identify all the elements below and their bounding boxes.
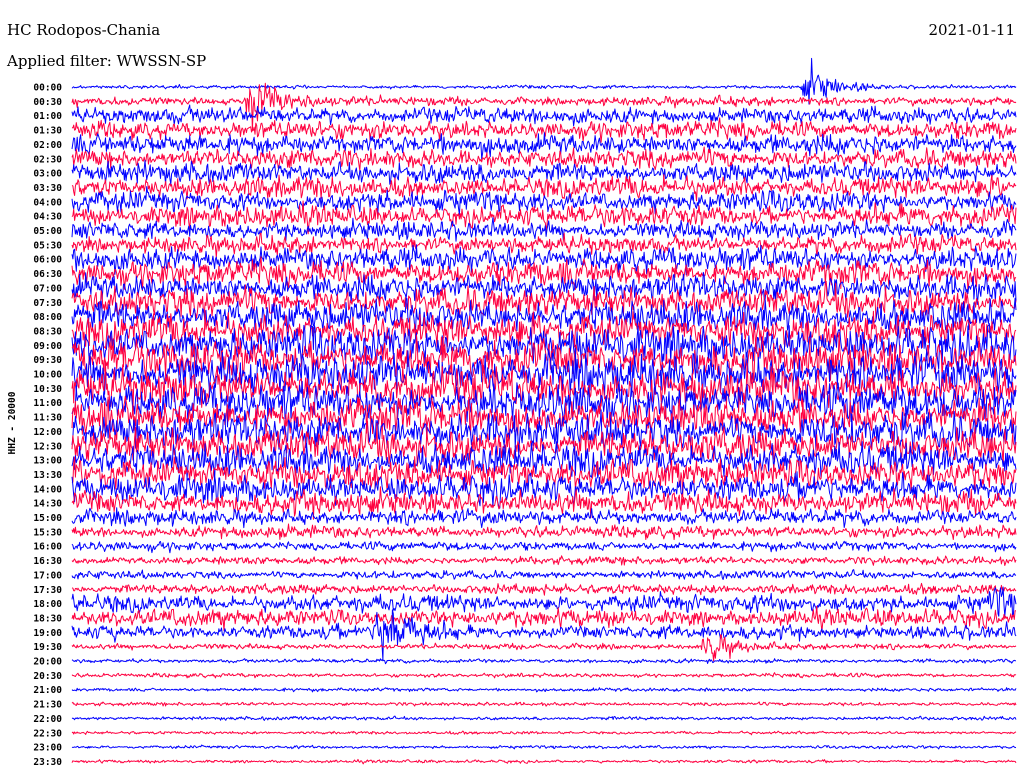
time-tick-label: 07:30 xyxy=(33,298,62,309)
time-tick-label: 19:00 xyxy=(33,628,62,639)
trace-group xyxy=(71,57,1017,765)
trace-row-2230 xyxy=(71,730,1017,736)
time-tick-label: 02:00 xyxy=(33,140,62,151)
time-tick-label: 17:00 xyxy=(33,570,62,581)
time-tick-label: 14:00 xyxy=(33,484,62,495)
time-tick-label: 06:30 xyxy=(33,269,62,280)
trace-row-0530 xyxy=(71,232,1017,258)
time-tick-label: 22:30 xyxy=(33,728,62,739)
time-tick-label: 16:30 xyxy=(33,556,62,567)
trace-row-2130 xyxy=(71,701,1017,707)
time-tick-label: 10:00 xyxy=(33,370,62,381)
time-tick-label: 02:30 xyxy=(33,154,62,165)
time-tick-label: 19:30 xyxy=(33,642,62,653)
time-tick-label: 04:00 xyxy=(33,197,62,208)
time-tick-label: 08:30 xyxy=(33,326,62,337)
helicorder-plot: 00:00 00:30 01:00 01:30 02:00 02:30 03:00 03:30… xyxy=(7,57,1017,768)
trace-row-0230 xyxy=(71,146,1017,172)
trace-row-1730 xyxy=(71,582,1017,596)
time-tick-label: 00:00 xyxy=(33,83,62,94)
time-tick-label: 03:00 xyxy=(33,169,62,180)
trace-row-1930 xyxy=(71,634,1017,662)
time-tick-label: 23:30 xyxy=(33,757,62,768)
time-tick-label: 11:00 xyxy=(33,398,62,409)
trace-row-1700 xyxy=(71,569,1017,580)
trace-row-2200 xyxy=(71,715,1017,721)
trace-row-1630 xyxy=(71,555,1017,566)
time-tick-label: 10:30 xyxy=(33,384,62,395)
time-tick-label: 05:00 xyxy=(33,226,62,237)
trace-row-2330 xyxy=(71,758,1017,765)
time-tick-label: 13:30 xyxy=(33,470,62,481)
time-tick-label: 06:00 xyxy=(33,255,62,266)
time-tick-label: 21:00 xyxy=(33,685,62,696)
time-tick-label: 09:30 xyxy=(33,355,62,366)
trace-row-0030 xyxy=(71,82,1017,132)
time-tick-label: 12:00 xyxy=(33,427,62,438)
trace-row-1830 xyxy=(71,605,1017,633)
time-tick-label: 14:30 xyxy=(33,499,62,510)
trace-row-1300 xyxy=(71,441,1017,482)
trace-row-2000 xyxy=(71,658,1017,665)
time-tick-label: 22:00 xyxy=(33,714,62,725)
time-tick-label: 05:30 xyxy=(33,240,62,251)
time-tick-label: 08:00 xyxy=(33,312,62,323)
time-tick-label: 15:00 xyxy=(33,513,62,524)
trace-row-0000 xyxy=(71,57,1017,105)
time-tick-label: 03:30 xyxy=(33,183,62,194)
time-tick-label: 23:00 xyxy=(33,743,62,754)
trace-row-1500 xyxy=(71,507,1017,529)
trace-row-2100 xyxy=(71,687,1017,693)
time-tick-label: 18:30 xyxy=(33,613,62,624)
trace-row-2300 xyxy=(71,744,1017,750)
time-tick-label: 15:30 xyxy=(33,527,62,538)
time-tick-label: 20:00 xyxy=(33,657,62,668)
time-tick-labels: 00:00 00:30 01:00 01:30 02:00 02:30 03:00 03:30… xyxy=(33,83,62,768)
time-tick-label: 09:00 xyxy=(33,341,62,352)
trace-row-0100 xyxy=(71,104,1017,127)
trace-row-0730 xyxy=(71,280,1017,320)
trace-row-1530 xyxy=(71,523,1017,541)
time-tick-label: 04:30 xyxy=(33,212,62,223)
time-tick-label: 17:30 xyxy=(33,585,62,596)
trace-row-2030 xyxy=(71,672,1017,679)
time-tick-label: 16:00 xyxy=(33,542,62,553)
time-tick-label: 07:00 xyxy=(33,283,62,294)
time-tick-label: 01:00 xyxy=(33,111,62,122)
time-tick-label: 01:30 xyxy=(33,126,62,137)
time-tick-label: 20:30 xyxy=(33,671,62,682)
time-tick-label: 13:00 xyxy=(33,456,62,467)
time-tick-label: 21:30 xyxy=(33,700,62,711)
time-tick-label: 18:00 xyxy=(33,599,62,610)
y-axis-label: HHZ - 20000 xyxy=(7,391,18,454)
trace-row-1600 xyxy=(71,540,1017,554)
time-tick-label: 00:30 xyxy=(33,97,62,108)
time-tick-label: 11:30 xyxy=(33,413,62,424)
time-tick-label: 12:30 xyxy=(33,441,62,452)
